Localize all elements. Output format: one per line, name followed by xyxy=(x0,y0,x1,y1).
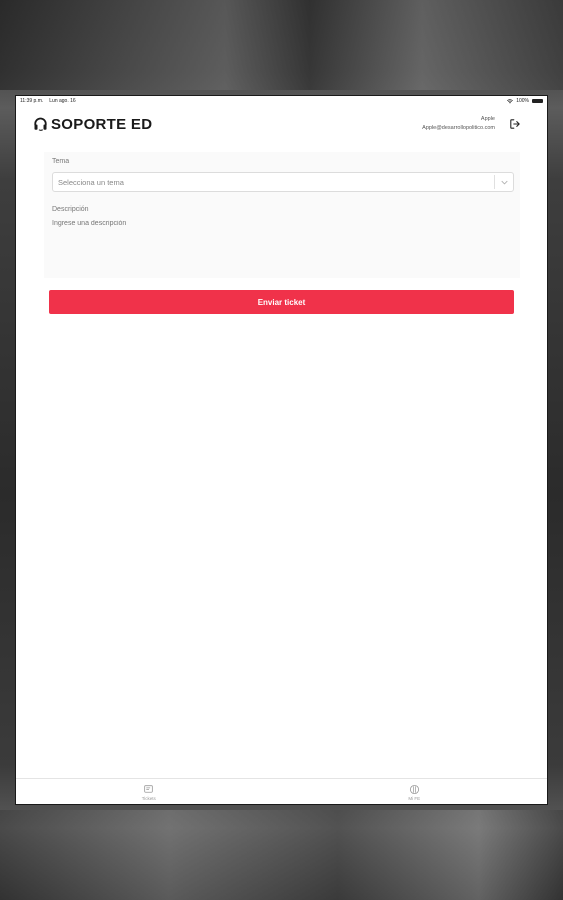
ticket-form: Tema Selecciona un tema Descripción xyxy=(44,152,520,278)
status-bar: 11:39 p.m. Lun ago. 16 100% xyxy=(16,96,547,106)
ticket-icon xyxy=(144,784,154,793)
tema-select-value: Selecciona un tema xyxy=(58,177,124,187)
app-header: SOPORTE ED Apple Apple@desarrollopolitic… xyxy=(16,106,547,142)
battery-percent: 100% xyxy=(516,98,529,104)
user-email: Apple@desarrollopolitico.com xyxy=(422,125,495,131)
app-window: 11:39 p.m. Lun ago. 16 100% SOPORTE ED A… xyxy=(16,96,547,804)
status-date: Lun ago. 16 xyxy=(49,98,76,104)
tab-bar: Tickets Mi FE xyxy=(16,778,547,804)
tab-mi-fe-label: Mi FE xyxy=(408,795,421,801)
support-icon xyxy=(409,784,419,794)
user-area: Apple Apple@desarrollopolitico.com xyxy=(422,115,547,133)
descripcion-input[interactable] xyxy=(52,220,514,270)
status-time: 11:39 p.m. xyxy=(20,98,44,104)
battery-icon xyxy=(532,99,543,103)
submit-ticket-button[interactable]: Enviar ticket xyxy=(49,290,514,314)
tab-tickets[interactable]: Tickets xyxy=(16,779,282,804)
logo-text: SOPORTE ED xyxy=(51,115,153,133)
user-info: Apple Apple@desarrollopolitico.com xyxy=(422,115,495,133)
descripcion-label: Descripción xyxy=(52,206,89,213)
headset-logo-icon xyxy=(34,117,47,131)
logo: SOPORTE ED xyxy=(16,116,152,133)
tab-mi-fe[interactable]: Mi FE xyxy=(282,779,548,804)
logout-icon[interactable] xyxy=(509,118,521,130)
chevron-down-icon xyxy=(495,180,513,185)
tema-select[interactable]: Selecciona un tema xyxy=(52,172,514,192)
user-name: Apple xyxy=(480,116,495,122)
wifi-icon xyxy=(507,98,514,103)
tema-label: Tema xyxy=(52,158,70,165)
tab-tickets-label: Tickets xyxy=(141,795,156,801)
